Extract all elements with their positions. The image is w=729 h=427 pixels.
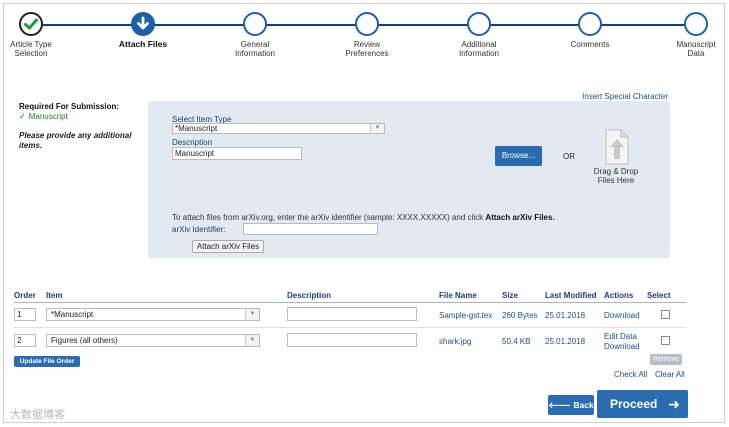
step-label: Attach Files — [118, 39, 168, 49]
col-select: Select — [647, 291, 671, 300]
step-label: Article Type Selection — [10, 40, 52, 58]
item-type-select[interactable]: *Manuscript ▼ — [46, 308, 260, 321]
chevron-down-icon: ▼ — [245, 309, 259, 320]
update-file-order-button[interactable]: Update File Order — [14, 356, 80, 367]
file-upload-panel: Select Item Type *Manuscript ▼ Descripti… — [148, 101, 670, 258]
download-link[interactable]: Download — [604, 311, 640, 321]
requirements-note: Please provide any additional items. — [19, 131, 132, 150]
step-review-preferences[interactable]: Review Preferences — [327, 12, 407, 58]
table-header-divider — [14, 302, 686, 303]
step-label: General Information — [234, 40, 276, 58]
download-link[interactable]: Download — [604, 342, 640, 352]
description-input[interactable] — [287, 307, 417, 321]
col-order: Order — [14, 291, 36, 300]
arxiv-instruction-bold: Attach arXiv Files. — [485, 213, 555, 222]
arrow-left-icon: 🡐 — [548, 400, 574, 410]
arrow-right-icon: ➜ — [668, 396, 680, 412]
step-label: Additional Information — [458, 40, 500, 58]
step-label: Manuscript Data — [676, 40, 716, 58]
browse-button[interactable]: Browse... — [495, 146, 542, 166]
drag-drop-upload-icon[interactable] — [605, 129, 629, 167]
clear-all-link[interactable]: Clear All — [655, 370, 685, 379]
item-type-value: Figures (all others) — [51, 336, 118, 345]
col-actions: Actions — [604, 291, 634, 300]
file-name-link[interactable]: shark.jpg — [439, 337, 471, 346]
back-label: Back — [573, 400, 594, 410]
chevron-down-icon: ▼ — [245, 335, 259, 346]
file-table-header: Order Item Description File Name Size La… — [4, 291, 724, 301]
last-modified: 25.01.2018 — [545, 311, 586, 320]
select-checkbox[interactable] — [661, 310, 670, 319]
step-circle-icon — [355, 12, 379, 36]
select-checkbox[interactable] — [661, 336, 670, 345]
description-input[interactable] — [287, 333, 417, 347]
table-row: 1 *Manuscript ▼ Sample-gst.tex 260 Bytes… — [4, 304, 724, 326]
order-input[interactable]: 2 — [14, 334, 36, 347]
step-manuscript-data[interactable]: Manuscript Data — [656, 12, 724, 58]
col-size: Size — [502, 291, 519, 300]
col-item: Item — [46, 291, 63, 300]
item-type-value: *Manuscript — [175, 124, 218, 133]
last-modified: 25.01.2018 — [545, 337, 586, 346]
proceed-button[interactable]: Proceed ➜ — [597, 390, 688, 418]
step-general-information[interactable]: General Information — [215, 12, 295, 58]
step-label: Review Preferences — [345, 40, 389, 58]
edit-data-link[interactable]: Edit Data — [604, 332, 640, 342]
check-circle-icon — [19, 12, 43, 36]
arxiv-identifier-input[interactable] — [243, 223, 378, 235]
step-circle-icon — [578, 12, 602, 36]
arrow-down-circle-icon — [131, 12, 155, 36]
col-description: Description — [287, 291, 332, 300]
row-actions: Edit Data Download — [604, 332, 640, 352]
description-input[interactable]: Manuscript — [172, 147, 302, 160]
check-all-link[interactable]: Check All — [614, 370, 647, 379]
file-name-link[interactable]: Sample-gst.tex — [439, 311, 492, 320]
wizard-steps: Article Type Selection Attach Files Gene… — [4, 4, 724, 74]
arxiv-instruction-text: To attach files from arXiv.org, enter th… — [172, 213, 486, 222]
arxiv-identifier-label: arXiv Identifier: — [172, 225, 226, 234]
step-comments[interactable]: Comments — [550, 12, 630, 49]
step-attach-files[interactable]: Attach Files — [103, 12, 183, 49]
step-circle-icon — [684, 12, 708, 36]
item-type-select[interactable]: *Manuscript ▼ — [172, 123, 385, 134]
step-label: Comments — [570, 40, 610, 49]
step-circle-icon — [467, 12, 491, 36]
drag-drop-label: Drag & Drop Files Here — [593, 167, 639, 185]
step-circle-icon — [243, 12, 267, 36]
or-label: OR — [563, 152, 575, 161]
watermark-logo: 大数据博客 — [10, 409, 65, 421]
submission-wizard: Article Type Selection Attach Files Gene… — [3, 3, 725, 423]
requirement-label: Manuscript — [28, 112, 68, 121]
remove-button[interactable]: Remove — [650, 354, 682, 365]
proceed-label: Proceed — [610, 397, 658, 411]
checkmark-icon: ✓ — [19, 112, 26, 121]
back-button[interactable]: 🡐 Back — [548, 395, 594, 415]
requirements-title: Required For Submission: — [19, 102, 120, 111]
description-label: Description — [172, 138, 213, 147]
step-article-type-selection[interactable]: Article Type Selection — [4, 12, 71, 58]
file-size: 260 Bytes — [502, 311, 538, 320]
col-file-name: File Name — [439, 291, 477, 300]
insert-special-character-link[interactable]: Insert Special Character — [582, 92, 668, 101]
item-type-select[interactable]: Figures (all others) ▼ — [46, 334, 260, 347]
step-additional-information[interactable]: Additional Information — [439, 12, 519, 58]
row-divider — [14, 327, 686, 328]
item-type-value: *Manuscript — [51, 310, 94, 319]
table-row: 2 Figures (all others) ▼ shark.jpg 50.4 … — [4, 330, 724, 352]
submission-requirements: Required For Submission: ✓ Manuscript Ple… — [19, 102, 149, 151]
attach-arxiv-files-button[interactable]: Attach arXiv Files — [192, 240, 264, 253]
order-input[interactable]: 1 — [14, 308, 36, 321]
arxiv-instructions: To attach files from arXiv.org, enter th… — [172, 213, 555, 222]
requirement-item: ✓ Manuscript — [19, 112, 149, 121]
chevron-down-icon: ▼ — [370, 124, 384, 133]
col-last-modified: Last Modified — [545, 291, 597, 300]
file-size: 50.4 KB — [502, 337, 531, 346]
